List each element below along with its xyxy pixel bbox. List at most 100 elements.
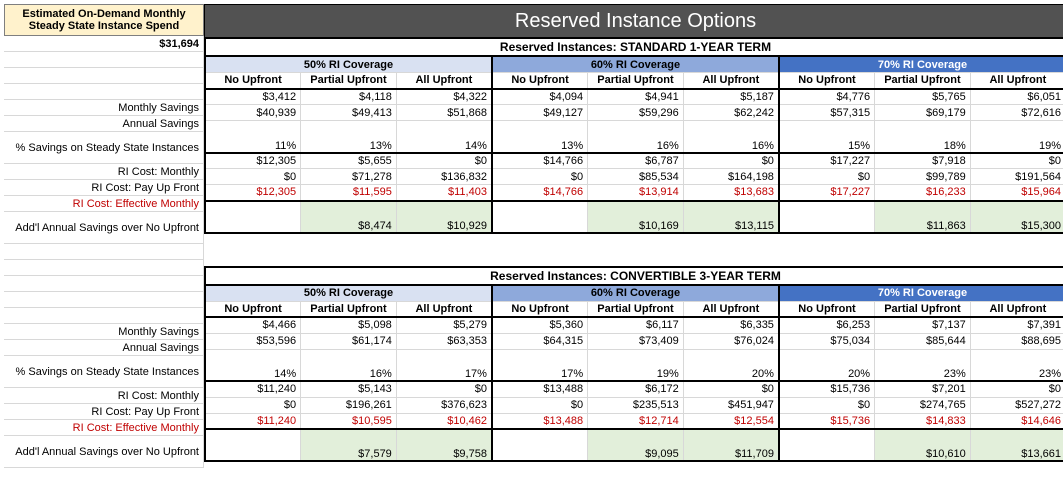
cell: 16% — [588, 121, 684, 153]
col-partial-upfront: Partial Upfront — [875, 73, 971, 89]
cell: $0 — [396, 381, 492, 397]
section-gap — [204, 234, 1063, 266]
coverage-70: 70% RI Coverage — [779, 285, 1063, 301]
cell: $73,409 — [588, 333, 684, 349]
cell: $9,758 — [396, 429, 492, 461]
cell: $15,964 — [970, 185, 1063, 201]
label-addl: Add'l Annual Savings over No Upfront — [4, 436, 204, 468]
label-ri-monthly: RI Cost: Monthly — [4, 164, 204, 180]
cell: $6,787 — [588, 153, 684, 169]
cell: 14% — [396, 121, 492, 153]
term-title-convertible: Reserved Instances: CONVERTIBLE 3-YEAR T… — [204, 266, 1063, 285]
cell: $3,412 — [205, 89, 301, 105]
cell: $7,579 — [301, 429, 397, 461]
cell: $9,095 — [588, 429, 684, 461]
cell: $15,736 — [779, 413, 875, 429]
cell: $0 — [492, 169, 588, 185]
label-ri-effective: RI Cost: Effective Monthly — [4, 196, 204, 212]
cell: $76,024 — [683, 333, 779, 349]
data-area: Reserved Instance Options Reserved Insta… — [204, 4, 1063, 468]
col-no-upfront: No Upfront — [492, 73, 588, 89]
cell: $5,655 — [301, 153, 397, 169]
cell: $0 — [970, 381, 1063, 397]
cell — [779, 201, 875, 233]
cell: $13,914 — [588, 185, 684, 201]
cell: $4,094 — [492, 89, 588, 105]
label-pct-savings: % Savings on Steady State Instances — [4, 356, 204, 388]
blank — [4, 276, 204, 292]
estimated-spend-value: $31,694 — [4, 36, 204, 52]
cell: $17,227 — [779, 185, 875, 201]
col-no-upfront: No Upfront — [779, 73, 875, 89]
blank — [4, 244, 204, 260]
cell: $5,143 — [301, 381, 397, 397]
cell: $17,227 — [779, 153, 875, 169]
col-all-upfront: All Upfront — [970, 73, 1063, 89]
blank — [4, 260, 204, 276]
estimated-spend-label: Estimated On-Demand Monthly Steady State… — [4, 4, 204, 36]
cell: 13% — [301, 121, 397, 153]
cell: 13% — [492, 121, 588, 153]
col-no-upfront: No Upfront — [492, 301, 588, 317]
col-all-upfront: All Upfront — [683, 73, 779, 89]
cell: 19% — [970, 121, 1063, 153]
cell: $235,513 — [588, 397, 684, 413]
cell: $6,117 — [588, 317, 684, 333]
cell: 20% — [779, 349, 875, 381]
col-no-upfront: No Upfront — [779, 301, 875, 317]
cell: $527,272 — [970, 397, 1063, 413]
label-addl: Add'l Annual Savings over No Upfront — [4, 212, 204, 244]
row-labels-column: Estimated On-Demand Monthly Steady State… — [4, 4, 204, 468]
cell: $61,174 — [301, 333, 397, 349]
col-no-upfront: No Upfront — [205, 301, 301, 317]
cell: $274,765 — [875, 397, 971, 413]
cell: $7,137 — [875, 317, 971, 333]
cell: $5,098 — [301, 317, 397, 333]
cell: $15,736 — [779, 381, 875, 397]
blank — [4, 308, 204, 324]
cell: $88,695 — [970, 333, 1063, 349]
cell: $6,253 — [779, 317, 875, 333]
cell: $136,832 — [396, 169, 492, 185]
cell: 18% — [875, 121, 971, 153]
cell: $14,646 — [970, 413, 1063, 429]
cell: $0 — [683, 153, 779, 169]
cell: $4,466 — [205, 317, 301, 333]
cell: 23% — [875, 349, 971, 381]
blank — [4, 84, 204, 100]
cell: $8,474 — [301, 201, 397, 233]
cell: $4,118 — [301, 89, 397, 105]
cell: $13,488 — [492, 381, 588, 397]
cell: $5,187 — [683, 89, 779, 105]
cell: $191,564 — [970, 169, 1063, 185]
cell: $13,488 — [492, 413, 588, 429]
cell: $0 — [683, 381, 779, 397]
cell: 15% — [779, 121, 875, 153]
blank — [4, 68, 204, 84]
cell: $10,462 — [396, 413, 492, 429]
cell — [492, 429, 588, 461]
cell: $451,947 — [683, 397, 779, 413]
cell: $6,051 — [970, 89, 1063, 105]
col-all-upfront: All Upfront — [683, 301, 779, 317]
cell: $4,941 — [588, 89, 684, 105]
label-annual-savings: Annual Savings — [4, 340, 204, 356]
term-table-convertible: 50% RI Coverage 60% RI Coverage 70% RI C… — [204, 285, 1063, 463]
col-all-upfront: All Upfront — [396, 301, 492, 317]
cell: $13,661 — [970, 429, 1063, 461]
cell: $11,403 — [396, 185, 492, 201]
cell: $196,261 — [301, 397, 397, 413]
cell: $57,315 — [779, 105, 875, 121]
cell — [205, 429, 301, 461]
cell: $13,115 — [683, 201, 779, 233]
cell: $12,714 — [588, 413, 684, 429]
cell: $0 — [205, 397, 301, 413]
cell: $99,789 — [875, 169, 971, 185]
cell: $16,233 — [875, 185, 971, 201]
label-ri-effective: RI Cost: Effective Monthly — [4, 420, 204, 436]
cell: $14,833 — [875, 413, 971, 429]
cell: $0 — [779, 169, 875, 185]
col-partial-upfront: Partial Upfront — [875, 301, 971, 317]
cell: $49,413 — [301, 105, 397, 121]
col-partial-upfront: Partial Upfront — [588, 73, 684, 89]
